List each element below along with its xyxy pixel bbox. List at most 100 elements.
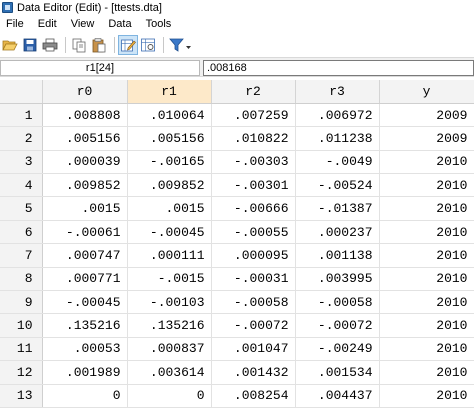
data-cell[interactable]: -.00666 xyxy=(211,196,296,221)
row-number[interactable]: 3 xyxy=(0,150,43,175)
data-cell[interactable]: .0015 xyxy=(127,196,212,221)
data-cell[interactable]: .000747 xyxy=(42,243,128,268)
edit-icon[interactable] xyxy=(118,35,138,55)
data-cell[interactable]: .000095 xyxy=(211,243,296,268)
row-number[interactable]: 1 xyxy=(0,103,43,128)
data-cell[interactable]: 2010 xyxy=(379,360,474,385)
data-cell[interactable]: .010822 xyxy=(211,126,296,151)
row-number[interactable]: 9 xyxy=(0,290,43,315)
data-cell[interactable]: .135216 xyxy=(42,313,128,338)
cell-value-input[interactable]: .008168 xyxy=(203,60,474,76)
data-cell[interactable]: .000837 xyxy=(127,337,212,362)
data-cell[interactable]: 2010 xyxy=(379,337,474,362)
menu-file[interactable]: File xyxy=(0,15,31,33)
data-cell[interactable]: .003995 xyxy=(295,267,380,292)
data-cell[interactable]: -.00055 xyxy=(211,220,296,245)
data-cell[interactable]: 2009 xyxy=(379,103,474,128)
data-cell[interactable]: .009852 xyxy=(127,173,212,198)
data-cell[interactable]: 2010 xyxy=(379,384,474,408)
data-cell[interactable]: .0015 xyxy=(42,196,128,221)
row-number[interactable]: 13 xyxy=(0,384,43,408)
data-cell[interactable]: .010064 xyxy=(127,103,212,128)
column-header-y[interactable]: y xyxy=(379,80,474,104)
data-cell[interactable]: -.0049 xyxy=(295,150,380,175)
data-cell[interactable]: -.00045 xyxy=(42,290,128,315)
menu-data[interactable]: Data xyxy=(101,15,138,33)
row-number[interactable]: 5 xyxy=(0,196,43,221)
data-cell[interactable]: -.00061 xyxy=(42,220,128,245)
data-cell[interactable]: .000237 xyxy=(295,220,380,245)
column-header-r2[interactable]: r2 xyxy=(211,80,296,104)
data-cell[interactable]: .011238 xyxy=(295,126,380,151)
data-cell[interactable]: .005156 xyxy=(42,126,128,151)
paste-icon[interactable] xyxy=(90,36,108,54)
menu-edit[interactable]: Edit xyxy=(31,15,64,33)
row-number[interactable]: 10 xyxy=(0,313,43,338)
row-number[interactable]: 4 xyxy=(0,173,43,198)
data-cell[interactable]: 2010 xyxy=(379,196,474,221)
menu-view[interactable]: View xyxy=(64,15,102,33)
row-number[interactable]: 12 xyxy=(0,360,43,385)
data-cell[interactable]: -.00045 xyxy=(127,220,212,245)
data-cell[interactable]: -.01387 xyxy=(295,196,380,221)
data-cell[interactable]: .008254 xyxy=(211,384,296,408)
data-cell[interactable]: 2010 xyxy=(379,220,474,245)
data-cell[interactable]: .001432 xyxy=(211,360,296,385)
data-cell[interactable]: .001989 xyxy=(42,360,128,385)
data-cell[interactable]: .006972 xyxy=(295,103,380,128)
data-cell[interactable]: -.00072 xyxy=(211,313,296,338)
data-cell[interactable]: 2009 xyxy=(379,126,474,151)
data-cell[interactable]: 0 xyxy=(42,384,128,408)
data-cell[interactable]: .000111 xyxy=(127,243,212,268)
data-cell[interactable]: -.00303 xyxy=(211,150,296,175)
data-cell[interactable]: -.00249 xyxy=(295,337,380,362)
data-cell[interactable]: .001047 xyxy=(211,337,296,362)
data-cell[interactable]: -.00072 xyxy=(295,313,380,338)
filter-icon[interactable] xyxy=(168,36,194,54)
menu-tools[interactable]: Tools xyxy=(139,15,179,33)
data-cell[interactable]: .135216 xyxy=(127,313,212,338)
data-cell[interactable]: .001534 xyxy=(295,360,380,385)
data-cell[interactable]: .00053 xyxy=(42,337,128,362)
data-cell[interactable]: -.00103 xyxy=(127,290,212,315)
data-cell[interactable]: -.00031 xyxy=(211,267,296,292)
data-cell[interactable]: -.00301 xyxy=(211,173,296,198)
open-icon[interactable] xyxy=(1,36,19,54)
data-cell[interactable]: .003614 xyxy=(127,360,212,385)
data-cell[interactable]: 0 xyxy=(127,384,212,408)
title-bar: Data Editor (Edit) - [ttests.dta] xyxy=(0,0,474,15)
data-cell[interactable]: -.00058 xyxy=(211,290,296,315)
row-number[interactable]: 8 xyxy=(0,267,43,292)
print-icon[interactable] xyxy=(41,36,59,54)
data-cell[interactable]: -.00165 xyxy=(127,150,212,175)
copy-icon[interactable] xyxy=(70,36,88,54)
data-cell[interactable]: 2010 xyxy=(379,150,474,175)
column-header-r0[interactable]: r0 xyxy=(42,80,128,104)
row-number[interactable]: 7 xyxy=(0,243,43,268)
column-header-r1[interactable]: r1 xyxy=(127,80,212,104)
data-cell[interactable]: .000771 xyxy=(42,267,128,292)
cell-reference-box[interactable]: r1[24] xyxy=(0,60,200,76)
grid-corner[interactable] xyxy=(0,80,43,104)
data-cell[interactable]: .000039 xyxy=(42,150,128,175)
column-header-r3[interactable]: r3 xyxy=(295,80,380,104)
data-cell[interactable]: .004437 xyxy=(295,384,380,408)
data-cell[interactable]: 2010 xyxy=(379,173,474,198)
data-cell[interactable]: 2010 xyxy=(379,313,474,338)
row-number[interactable]: 11 xyxy=(0,337,43,362)
data-cell[interactable]: -.0015 xyxy=(127,267,212,292)
data-cell[interactable]: .008808 xyxy=(42,103,128,128)
save-icon[interactable] xyxy=(21,36,39,54)
browse-icon[interactable] xyxy=(139,36,157,54)
data-cell[interactable]: .001138 xyxy=(295,243,380,268)
data-cell[interactable]: .005156 xyxy=(127,126,212,151)
row-number[interactable]: 6 xyxy=(0,220,43,245)
data-cell[interactable]: 2010 xyxy=(379,243,474,268)
data-cell[interactable]: -.00058 xyxy=(295,290,380,315)
data-cell[interactable]: -.00524 xyxy=(295,173,380,198)
row-number[interactable]: 2 xyxy=(0,126,43,151)
data-cell[interactable]: 2010 xyxy=(379,290,474,315)
data-cell[interactable]: .009852 xyxy=(42,173,128,198)
data-cell[interactable]: .007259 xyxy=(211,103,296,128)
data-cell[interactable]: 2010 xyxy=(379,267,474,292)
